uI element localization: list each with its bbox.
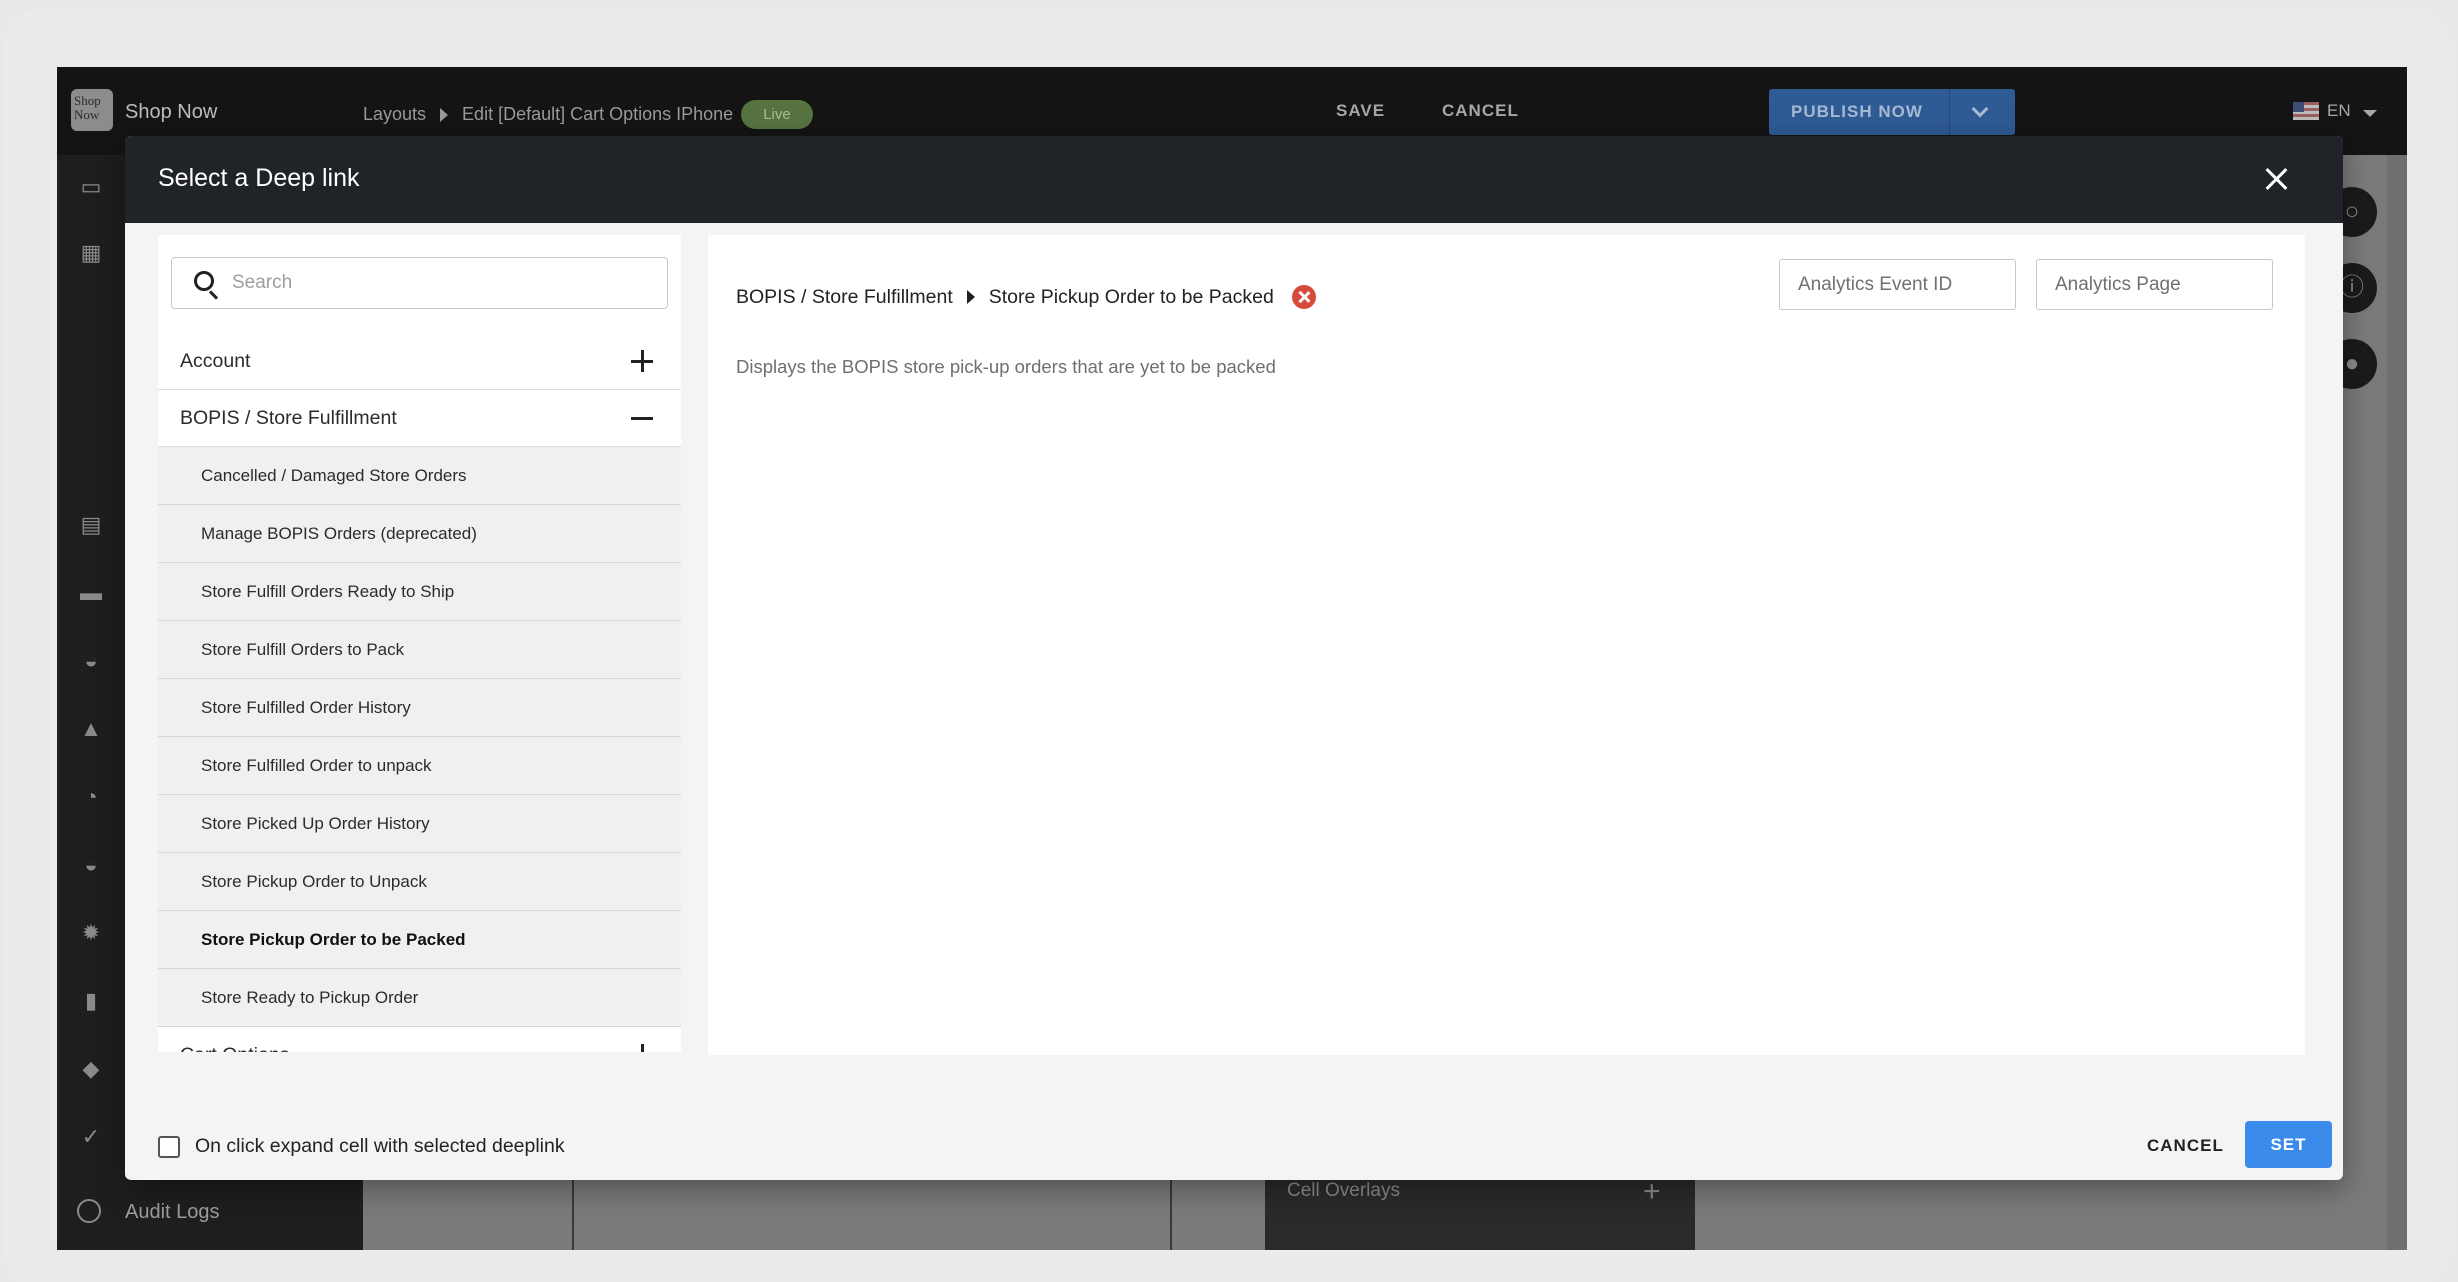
expand-cell-checkbox[interactable] xyxy=(158,1136,180,1158)
list-item[interactable]: Manage BOPIS Orders (deprecated) xyxy=(158,505,681,563)
add-overlay-icon[interactable]: + xyxy=(1643,1175,1661,1209)
expand-cell-label: On click expand cell with selected deepl… xyxy=(195,1135,565,1157)
analytics-event-id-field[interactable] xyxy=(1779,259,2016,310)
list-item-label: Store Fulfilled Order History xyxy=(201,698,411,717)
analytics-page-field[interactable] xyxy=(2036,259,2273,310)
publish-now-button[interactable]: PUBLISH NOW xyxy=(1769,89,2015,135)
minus-icon[interactable] xyxy=(631,407,653,429)
bar-chart-icon[interactable]: ▮ xyxy=(75,985,107,1017)
list-item-label: Manage BOPIS Orders (deprecated) xyxy=(201,524,477,543)
list-item-label: Store Fulfill Orders to Pack xyxy=(201,640,405,659)
list-item-label: Store Fulfill Orders Ready to Ship xyxy=(201,582,455,601)
caret-down-icon[interactable] xyxy=(2363,110,2377,117)
list-item[interactable]: Store Pickup Order to Unpack xyxy=(158,853,681,911)
deep-link-details: BOPIS / Store Fulfillment Store Pickup O… xyxy=(708,235,2305,1055)
plus-icon[interactable] xyxy=(631,350,653,372)
bell-icon[interactable]: ◆ xyxy=(75,1053,107,1085)
canvas-edge xyxy=(2387,155,2407,1250)
store-icon[interactable]: ▤ xyxy=(75,509,107,541)
cart-icon[interactable]: ◒ xyxy=(75,849,107,881)
basket-icon[interactable]: ◒ xyxy=(75,645,107,677)
list-item[interactable]: Store Fulfilled Order History xyxy=(158,679,681,737)
list-item-label: Store Fulfilled Order to unpack xyxy=(201,756,432,775)
history-icon[interactable] xyxy=(77,1199,101,1223)
search-input[interactable] xyxy=(232,268,652,298)
us-flag-icon xyxy=(2293,102,2319,120)
group-account[interactable]: Account xyxy=(158,333,681,390)
save-button[interactable]: SAVE xyxy=(1336,101,1385,121)
deep-link-description: Displays the BOPIS store pick-up orders … xyxy=(736,356,1276,377)
list-item-label: Store Pickup Order to be Packed xyxy=(201,930,466,949)
list-item-selected[interactable]: Store Pickup Order to be Packed xyxy=(158,911,681,969)
close-icon[interactable] xyxy=(2259,162,2293,196)
truck-icon[interactable]: ▬ xyxy=(75,577,107,609)
deep-link-dialog: Select a Deep link Account BOPIS / Store… xyxy=(125,136,2343,1180)
list-item[interactable]: Store Picked Up Order History xyxy=(158,795,681,853)
group-bopis[interactable]: BOPIS / Store Fulfillment xyxy=(158,390,681,447)
device-frame: Shop Now Shop Now Layouts Edit [Default]… xyxy=(4,10,2450,1282)
topbar-cancel-button[interactable]: CANCEL xyxy=(1442,101,1519,121)
clear-selection-icon[interactable] xyxy=(1291,285,1316,309)
plus-icon[interactable] xyxy=(631,1044,653,1052)
cell-overlays-label: Cell Overlays xyxy=(1287,1180,1400,1201)
selected-category: BOPIS / Store Fulfillment xyxy=(736,285,953,308)
list-item-label: Store Pickup Order to Unpack xyxy=(201,872,427,891)
cancel-button[interactable]: CANCEL xyxy=(2147,1136,2224,1156)
list-item[interactable]: Store Fulfill Orders Ready to Ship xyxy=(158,563,681,621)
breadcrumb-layouts[interactable]: Layouts xyxy=(363,104,426,125)
breadcrumb-current: Edit [Default] Cart Options IPhone xyxy=(462,104,734,124)
list-item[interactable]: Cancelled / Damaged Store Orders xyxy=(158,447,681,505)
group-label: Account xyxy=(180,350,251,372)
checks-icon[interactable]: ✓ xyxy=(75,1121,107,1153)
language-selector[interactable]: EN xyxy=(2327,101,2351,121)
live-badge: Live xyxy=(741,100,813,129)
warning-icon[interactable]: ▲ xyxy=(75,713,107,745)
layout-wireframe xyxy=(572,1177,1172,1250)
list-item[interactable]: Store Fulfill Orders to Pack xyxy=(158,621,681,679)
badge-icon[interactable]: ✹ xyxy=(75,917,107,949)
publish-now-label: PUBLISH NOW xyxy=(1791,102,1923,121)
publish-divider xyxy=(1949,89,1950,135)
search-box xyxy=(171,257,668,309)
rss-icon[interactable]: ◔ xyxy=(75,781,107,813)
caret-right-icon xyxy=(966,290,975,304)
deep-link-tree: Account BOPIS / Store Fulfillment Cancel… xyxy=(158,235,681,1052)
devices-icon[interactable]: ▭ xyxy=(75,171,107,203)
brand-name: Shop Now xyxy=(125,101,218,123)
dialog-header: Select a Deep link xyxy=(125,136,2343,223)
selected-path: BOPIS / Store Fulfillment Store Pickup O… xyxy=(736,285,1316,309)
list-item-label: Store Picked Up Order History xyxy=(201,814,430,833)
breadcrumb-caret-icon xyxy=(440,107,449,122)
chevron-down-icon[interactable] xyxy=(1971,100,1989,118)
group-label: Cart Options xyxy=(180,1044,289,1052)
dialog-title: Select a Deep link xyxy=(158,164,360,192)
list-item-label: Store Ready to Pickup Order xyxy=(201,988,419,1007)
group-label: BOPIS / Store Fulfillment xyxy=(180,407,397,429)
brand-logo: Shop Now xyxy=(71,89,113,131)
breadcrumb: Layouts Edit [Default] Cart Options IPho… xyxy=(363,100,813,129)
selected-item: Store Pickup Order to be Packed xyxy=(988,285,1274,308)
set-button[interactable]: SET xyxy=(2245,1121,2332,1168)
group-cart-options[interactable]: Cart Options xyxy=(158,1027,681,1052)
sidebar-item-audit-logs[interactable]: Audit Logs xyxy=(125,1201,220,1224)
grid-icon[interactable]: ▦ xyxy=(75,237,107,269)
list-item[interactable]: Store Fulfilled Order to unpack xyxy=(158,737,681,795)
search-icon xyxy=(194,271,214,291)
list-item-label: Cancelled / Damaged Store Orders xyxy=(201,466,467,485)
list-item[interactable]: Store Ready to Pickup Order xyxy=(158,969,681,1027)
